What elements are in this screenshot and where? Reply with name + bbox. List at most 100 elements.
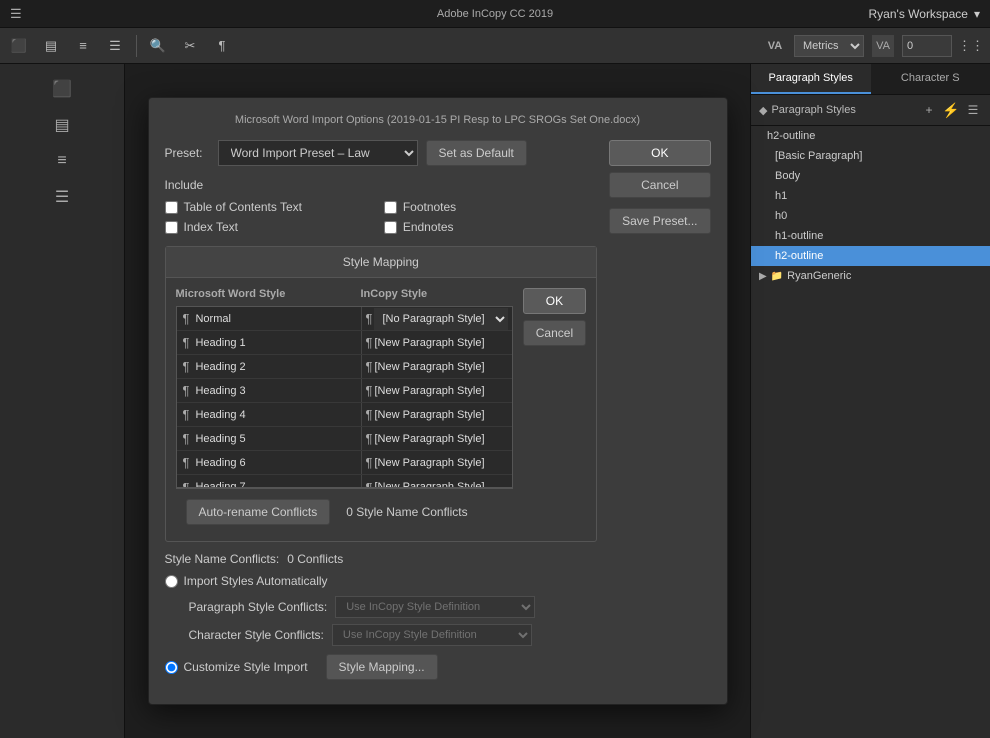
- style-item-h2-outline-group[interactable]: h2-outline: [751, 126, 990, 146]
- style-name-conflicts-label: Style Name Conflicts:: [165, 552, 280, 566]
- ms-cell-normal: ¶ Normal: [177, 307, 362, 330]
- checkbox-footnotes-input[interactable]: [384, 201, 397, 214]
- right-panel-tabs: Paragraph Styles Character S: [751, 64, 990, 95]
- style-item-h0[interactable]: h0: [751, 206, 990, 226]
- char-conflicts-row: Character Style Conflicts: Use InCopy St…: [189, 624, 598, 646]
- para-icon-h6: ¶: [183, 455, 190, 470]
- right-panel: Paragraph Styles Character S ◆ Paragraph…: [750, 64, 990, 738]
- style-item-h1-outline[interactable]: h1-outline: [751, 226, 990, 246]
- para-icon-ic-h3: ¶: [366, 383, 373, 398]
- conflicts-row: Auto-rename Conflicts 0 Style Name Confl…: [176, 488, 513, 531]
- preset-row: Preset: Word Import Preset – Law Set as …: [165, 140, 598, 166]
- ic-cell-h2: ¶ [New Paragraph Style]: [362, 359, 512, 374]
- ms-cell-h7: ¶ Heading 7: [177, 475, 362, 487]
- left-tool-2[interactable]: ▤: [47, 110, 77, 140]
- tab-character-styles[interactable]: Character S: [871, 64, 990, 94]
- style-item-body-label: Body: [775, 170, 800, 182]
- para-icon-h7: ¶: [183, 480, 190, 488]
- customize-radio-input[interactable]: [165, 661, 178, 674]
- ic-cell-h3: ¶ [New Paragraph Style]: [362, 383, 512, 398]
- checkbox-index[interactable]: Index Text: [165, 220, 378, 234]
- para-icon-normal: ¶: [183, 311, 190, 326]
- tool-icon-2[interactable]: ▤: [40, 35, 62, 57]
- para-conflicts-label: Paragraph Style Conflicts:: [189, 600, 328, 614]
- checkbox-footnotes[interactable]: Footnotes: [384, 200, 597, 214]
- metrics-input-group: [902, 35, 952, 57]
- set-default-button[interactable]: Set as Default: [426, 140, 527, 166]
- style-item-basic-paragraph[interactable]: [Basic Paragraph]: [751, 146, 990, 166]
- style-item-ryangeneric-label: RyanGeneric: [787, 270, 851, 282]
- workspace-chevron[interactable]: ▾: [974, 7, 980, 21]
- ic-label-h3: [New Paragraph Style]: [374, 385, 484, 397]
- ic-label-h2: [New Paragraph Style]: [374, 361, 484, 373]
- metrics-select[interactable]: Metrics: [794, 35, 864, 57]
- ic-cell-h5: ¶ [New Paragraph Style]: [362, 431, 512, 446]
- tab-paragraph-styles[interactable]: Paragraph Styles: [751, 64, 871, 94]
- tool-icon-6[interactable]: ✂: [179, 35, 201, 57]
- workspace-name: Ryan's Workspace: [869, 7, 968, 21]
- mapping-content: Microsoft Word Style InCopy Style: [166, 278, 523, 541]
- ms-cell-h4: ¶ Heading 4: [177, 403, 362, 426]
- style-item-h2-outline-label: h2-outline: [775, 250, 823, 262]
- left-tool-4[interactable]: ☰: [47, 182, 77, 212]
- inner-ok-button[interactable]: OK: [523, 288, 586, 314]
- mapping-row-h6: ¶ Heading 6 ¶ [New Paragraph Style]: [177, 451, 512, 475]
- para-conflicts-select[interactable]: Use InCopy Style Definition: [335, 596, 535, 618]
- style-item-h2-outline[interactable]: h2-outline: [751, 246, 990, 266]
- ic-select-normal[interactable]: [No Paragraph Style]: [374, 308, 507, 330]
- tool-icon-5[interactable]: 🔍: [147, 35, 169, 57]
- tool-icon-4[interactable]: ☰: [104, 35, 126, 57]
- checkbox-endnotes[interactable]: Endnotes: [384, 220, 597, 234]
- metrics-input[interactable]: [902, 35, 952, 57]
- checkbox-toc-input[interactable]: [165, 201, 178, 214]
- para-icon-ic-h7: ¶: [366, 480, 373, 488]
- customize-label: Customize Style Import: [184, 660, 308, 674]
- char-conflicts-select[interactable]: Use InCopy Style Definition: [332, 624, 532, 646]
- inner-cancel-button[interactable]: Cancel: [523, 320, 586, 346]
- quick-apply-icon[interactable]: ⚡: [942, 101, 960, 119]
- checkbox-toc-label: Table of Contents Text: [184, 200, 303, 214]
- panel-icons: + ⚡ ☰: [920, 101, 982, 119]
- customize-radio[interactable]: Customize Style Import Style Mapping...: [165, 654, 598, 680]
- style-item-body[interactable]: Body: [751, 166, 990, 186]
- ms-label-h2: Heading 2: [195, 361, 245, 373]
- ms-label-h5: Heading 5: [195, 433, 245, 445]
- style-list: h2-outline [Basic Paragraph] Body h1 h0 …: [751, 126, 990, 286]
- more-options-icon[interactable]: ⋮⋮: [960, 35, 982, 57]
- tool-icon-7[interactable]: ¶: [211, 35, 233, 57]
- checkbox-endnotes-input[interactable]: [384, 221, 397, 234]
- ok-button[interactable]: OK: [609, 140, 710, 166]
- style-item-h1[interactable]: h1: [751, 186, 990, 206]
- top-bar: ☰ Adobe InCopy CC 2019 Ryan's Workspace …: [0, 0, 990, 28]
- style-item-h1-label: h1: [775, 190, 787, 202]
- left-tool-1[interactable]: ⬛: [47, 74, 77, 104]
- center-content: Microsoft Word Import Options (2019-01-1…: [125, 64, 750, 738]
- preset-select[interactable]: Word Import Preset – Law: [218, 140, 418, 166]
- style-item-basic-paragraph-label: [Basic Paragraph]: [775, 150, 862, 162]
- checkbox-toc[interactable]: Table of Contents Text: [165, 200, 378, 214]
- top-bar-left: ☰: [10, 6, 22, 22]
- mapping-row-h4: ¶ Heading 4 ¶ [New Paragraph Style]: [177, 403, 512, 427]
- tool-icon-1[interactable]: ⬛: [8, 35, 30, 57]
- style-item-ryangeneric[interactable]: ▶ 📁 RyanGeneric: [751, 266, 990, 286]
- style-mapping-dialog: Style Mapping Microsoft Word Style InCop…: [165, 246, 598, 542]
- import-auto-radio-input[interactable]: [165, 575, 178, 588]
- para-icon-ic-h6: ¶: [366, 455, 373, 470]
- import-auto-radio[interactable]: Import Styles Automatically: [165, 574, 598, 588]
- dialog-side-buttons: OK Cancel Save Preset...: [609, 140, 710, 688]
- ms-cell-h6: ¶ Heading 6: [177, 451, 362, 474]
- panel-menu-icon[interactable]: ☰: [964, 101, 982, 119]
- ic-label-h7: [New Paragraph Style]: [374, 481, 484, 487]
- tool-icon-3[interactable]: ≡: [72, 35, 94, 57]
- ic-label-h5: [New Paragraph Style]: [374, 433, 484, 445]
- right-panel-header: ◆ Paragraph Styles + ⚡ ☰: [751, 95, 990, 126]
- cancel-button[interactable]: Cancel: [609, 172, 710, 198]
- para-icon-ic-h5: ¶: [366, 431, 373, 446]
- checkbox-index-input[interactable]: [165, 221, 178, 234]
- left-tool-3[interactable]: ≡: [47, 146, 77, 176]
- new-style-icon[interactable]: +: [920, 101, 938, 119]
- auto-rename-button[interactable]: Auto-rename Conflicts: [186, 499, 331, 525]
- style-mapping-button[interactable]: Style Mapping...: [326, 654, 438, 680]
- save-preset-button[interactable]: Save Preset...: [609, 208, 710, 234]
- mapping-scroll-area[interactable]: ¶ Normal ¶ [No Paragraph Style]: [177, 307, 512, 487]
